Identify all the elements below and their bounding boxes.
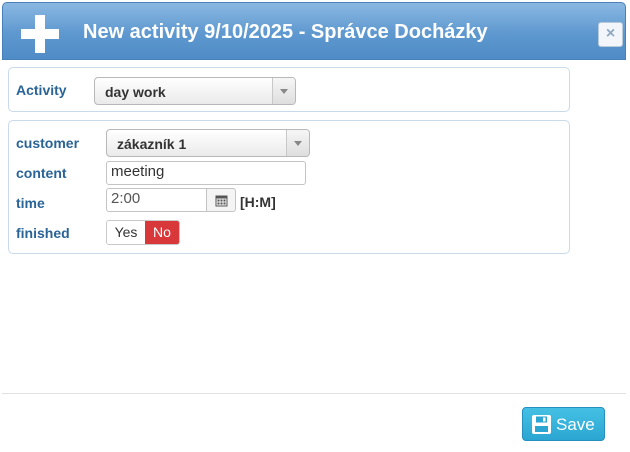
customer-select-value: zákazník 1: [117, 136, 187, 152]
save-button-label: Save: [556, 415, 595, 434]
details-panel: customer zákazník 1 content meeting time…: [8, 120, 570, 254]
time-input[interactable]: 2:00: [106, 188, 207, 212]
finished-toggle[interactable]: Yes No: [106, 220, 180, 245]
dialog-titlebar: New activity 9/10/2025 - Správce Docházk…: [2, 2, 626, 60]
content-label: content: [16, 165, 67, 181]
customer-select[interactable]: zákazník 1: [106, 129, 310, 157]
activity-panel: Activity day work: [8, 67, 570, 112]
finished-no-option[interactable]: No: [145, 221, 179, 244]
calendar-button[interactable]: [206, 188, 236, 212]
close-button[interactable]: ×: [598, 22, 623, 47]
save-button[interactable]: Save: [522, 407, 605, 441]
close-icon: ×: [605, 25, 616, 42]
plus-icon: [21, 15, 59, 53]
activity-select[interactable]: day work: [94, 77, 296, 105]
customer-label: customer: [16, 135, 80, 151]
finished-label: finished: [16, 225, 70, 241]
activity-label: Activity: [16, 82, 67, 98]
footer-divider: [2, 393, 626, 394]
content-input[interactable]: meeting: [106, 161, 306, 185]
activity-select-value: day work: [105, 84, 166, 100]
chevron-down-icon: [272, 78, 295, 104]
finished-yes-option[interactable]: Yes: [107, 221, 145, 244]
calendar-icon: [215, 195, 228, 207]
time-unit-hint: [H:M]: [240, 194, 276, 210]
time-label: time: [16, 195, 45, 211]
floppy-disk-icon: [532, 415, 551, 434]
dialog-title: New activity 9/10/2025 - Správce Docházk…: [83, 21, 488, 43]
chevron-down-icon: [286, 130, 309, 156]
